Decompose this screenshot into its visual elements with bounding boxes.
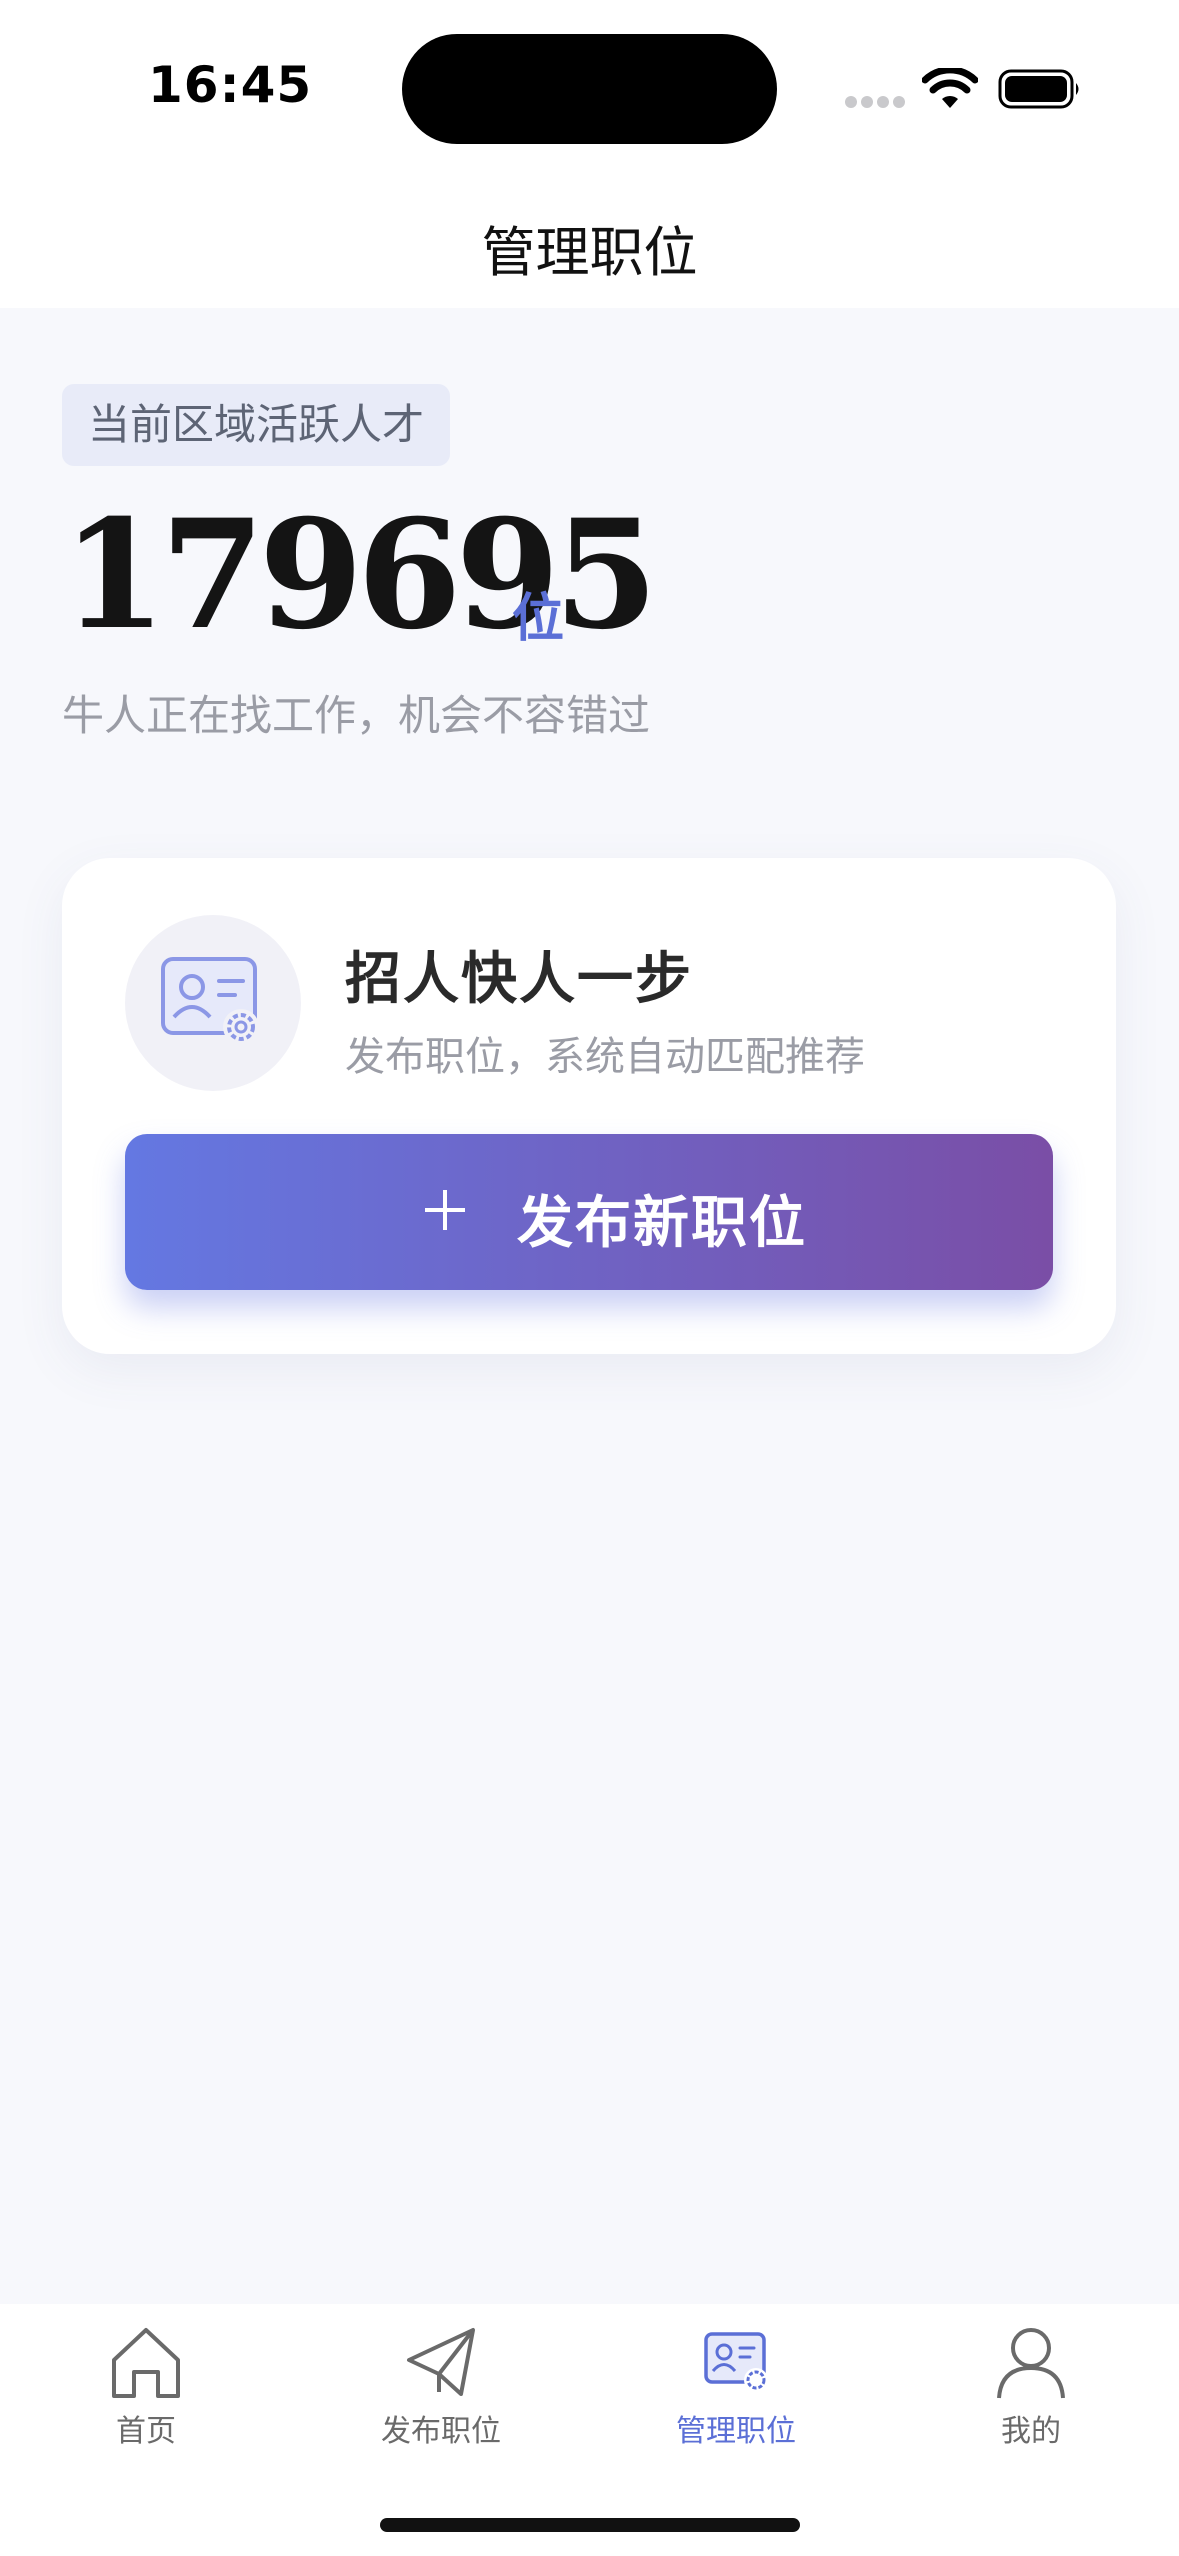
- publish-button-label: 发布新职位: [517, 1191, 807, 1256]
- home-indicator: [380, 2518, 800, 2532]
- talent-count-row: 179695 位: [62, 500, 658, 650]
- talent-count-unit: 位: [512, 589, 565, 649]
- id-card-gear-icon: [161, 957, 259, 1045]
- tab-me-label: 我的: [1001, 2414, 1061, 2449]
- tab-publish-job-label: 发布职位: [381, 2414, 501, 2449]
- id-card-gear-icon: [704, 2332, 768, 2392]
- card-subtitle: 发布职位，系统自动匹配推荐: [345, 1034, 865, 1080]
- tab-publish-job[interactable]: 发布职位: [341, 2324, 541, 2464]
- user-icon: [997, 2328, 1065, 2399]
- page-title: 管理职位: [481, 221, 698, 284]
- publish-card: 招人快人一步 发布职位，系统自动匹配推荐 发布新职位: [62, 858, 1116, 1354]
- nav-bar: 管理职位: [0, 160, 1179, 308]
- wifi-icon: [922, 68, 978, 108]
- status-bar: 16:45: [0, 0, 1179, 160]
- card-title: 招人快人一步: [345, 947, 693, 1012]
- tab-home-label: 首页: [116, 2414, 176, 2449]
- home-icon: [112, 2328, 180, 2398]
- paper-plane-icon: [407, 2328, 475, 2396]
- tab-me[interactable]: 我的: [931, 2324, 1131, 2464]
- tab-manage-jobs-label: 管理职位: [676, 2414, 796, 2449]
- card-icon-badge: [125, 915, 301, 1091]
- region-talent-tag: 当前区域活跃人才: [62, 384, 451, 466]
- tab-manage-jobs[interactable]: 管理职位: [636, 2324, 836, 2464]
- dynamic-island: [402, 34, 777, 144]
- screen: 16:45 管理职位 当前区域活跃人才 179695 位 牛人正在找工作，机会不…: [0, 0, 1179, 2556]
- plus-icon: [425, 1190, 465, 1230]
- signal-dots-icon: [845, 96, 907, 108]
- tab-home[interactable]: 首页: [46, 2324, 246, 2464]
- battery-icon: [998, 69, 1079, 109]
- status-time: 16:45: [148, 56, 313, 114]
- hero-subtitle: 牛人正在找工作，机会不容错过: [62, 691, 651, 740]
- publish-new-job-button[interactable]: 发布新职位: [125, 1134, 1053, 1290]
